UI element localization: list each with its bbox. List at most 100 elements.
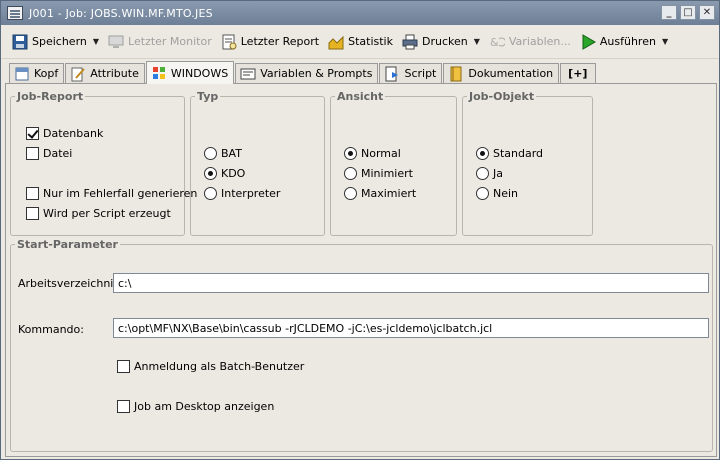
- last-monitor-button[interactable]: Letzter Monitor: [105, 29, 215, 55]
- only-error-checkbox[interactable]: Nur im Fehlerfall generieren: [26, 187, 197, 200]
- file-checkbox-box[interactable]: [26, 147, 39, 160]
- variables-label: Variablen...: [508, 35, 571, 48]
- run-button[interactable]: Ausführen ▼: [577, 29, 671, 55]
- job-object-legend: Job-Objekt: [469, 90, 535, 103]
- view-normal-radio[interactable]: Normal: [344, 147, 401, 160]
- view-maximized-radio[interactable]: Maximiert: [344, 187, 416, 200]
- maximize-button[interactable]: □: [680, 5, 696, 20]
- tab-kopf-label: Kopf: [34, 67, 59, 80]
- only-error-label: Nur im Fehlerfall generieren: [43, 187, 198, 200]
- job-object-standard-radio-circle[interactable]: [476, 147, 489, 160]
- job-object-yes-radio[interactable]: Ja: [476, 167, 503, 180]
- report-icon: [221, 34, 237, 50]
- view-minimized-radio[interactable]: Minimiert: [344, 167, 413, 180]
- type-kdo-radio-circle[interactable]: [204, 167, 217, 180]
- type-interpreter-radio-circle[interactable]: [204, 187, 217, 200]
- job-report-legend: Job-Report: [17, 90, 84, 103]
- type-kdo-label: KDO: [221, 167, 246, 180]
- job-object-standard-label: Standard: [493, 147, 544, 160]
- tab-variables-prompts[interactable]: Variablen & Prompts: [235, 63, 379, 83]
- view-minimized-label: Minimiert: [361, 167, 413, 180]
- job-object-group: Job-Objekt Standard Ja Nein: [462, 90, 593, 236]
- by-script-checkbox-box[interactable]: [26, 207, 39, 220]
- view-maximized-radio-circle[interactable]: [344, 187, 357, 200]
- view-minimized-radio-circle[interactable]: [344, 167, 357, 180]
- command-input[interactable]: [113, 318, 709, 338]
- job-object-no-radio-circle[interactable]: [476, 187, 489, 200]
- desktop-checkbox-box[interactable]: [117, 400, 130, 413]
- view-normal-radio-circle[interactable]: [344, 147, 357, 160]
- window-controls: _ □ ✕: [661, 5, 715, 20]
- head-icon: [14, 66, 30, 82]
- variables-icon: &: [489, 34, 505, 50]
- desktop-checkbox[interactable]: Job am Desktop anzeigen: [117, 400, 274, 413]
- chart-icon: [328, 34, 344, 50]
- print-dropdown-icon[interactable]: ▼: [474, 37, 480, 46]
- view-group: Ansicht Normal Minimiert Maximiert: [330, 90, 457, 236]
- close-button[interactable]: ✕: [699, 5, 715, 20]
- batch-user-checkbox-box[interactable]: [117, 360, 130, 373]
- job-object-yes-radio-circle[interactable]: [476, 167, 489, 180]
- file-checkbox[interactable]: Datei: [26, 147, 72, 160]
- view-legend: Ansicht: [337, 90, 384, 103]
- run-dropdown-icon[interactable]: ▼: [662, 37, 668, 46]
- job-object-no-radio[interactable]: Nein: [476, 187, 518, 200]
- database-label: Datenbank: [43, 127, 104, 140]
- last-report-label: Letzter Report: [240, 35, 320, 48]
- save-button[interactable]: Speichern ▼: [9, 29, 102, 55]
- database-checkbox[interactable]: Datenbank: [26, 127, 103, 140]
- type-bat-radio-circle[interactable]: [204, 147, 217, 160]
- type-interpreter-label: Interpreter: [221, 187, 281, 200]
- print-label: Drucken: [422, 35, 468, 48]
- tab-attribute[interactable]: Attribute: [65, 63, 145, 83]
- view-maximized-label: Maximiert: [361, 187, 417, 200]
- save-dropdown-icon[interactable]: ▼: [93, 37, 99, 46]
- type-kdo-radio[interactable]: KDO: [204, 167, 245, 180]
- vars-icon: [240, 66, 256, 82]
- pen-icon: [70, 66, 86, 82]
- monitor-icon: [108, 34, 124, 50]
- type-interpreter-radio[interactable]: Interpreter: [204, 187, 280, 200]
- tab-dokumentation-label: Dokumentation: [468, 67, 554, 80]
- batch-user-checkbox[interactable]: Anmeldung als Batch-Benutzer: [117, 360, 304, 373]
- file-label: Datei: [43, 147, 73, 160]
- minimize-button[interactable]: _: [661, 5, 677, 20]
- tab-variables-prompts-label: Variablen & Prompts: [260, 67, 373, 80]
- tab-add[interactable]: [+]: [560, 63, 597, 83]
- title-bar[interactable]: J001 - Job: JOBS.WIN.MF.MTO.JES _ □ ✕: [1, 1, 719, 25]
- last-report-button[interactable]: Letzter Report: [218, 29, 322, 55]
- tab-script[interactable]: Script: [379, 63, 443, 83]
- batch-user-label: Anmeldung als Batch-Benutzer: [134, 360, 305, 373]
- by-script-checkbox[interactable]: Wird per Script erzeugt: [26, 207, 171, 220]
- workdir-label: Arbeitsverzeichnis:: [18, 277, 123, 290]
- desktop-label: Job am Desktop anzeigen: [134, 400, 275, 413]
- only-error-checkbox-box[interactable]: [26, 187, 39, 200]
- book-icon: [448, 66, 464, 82]
- script-icon: [384, 66, 400, 82]
- job-object-no-label: Nein: [493, 187, 519, 200]
- windows-icon: [151, 65, 167, 81]
- statistics-button[interactable]: Statistik: [325, 29, 396, 55]
- job-window: J001 - Job: JOBS.WIN.MF.MTO.JES _ □ ✕ Sp…: [0, 0, 720, 460]
- start-parameter-legend: Start-Parameter: [17, 238, 118, 251]
- app-icon: [7, 6, 23, 20]
- tab-bar: Kopf Attribute WINDOWS Variablen & Promp…: [9, 61, 597, 84]
- type-group: Typ BAT KDO Interpreter: [190, 90, 325, 236]
- tab-kopf[interactable]: Kopf: [9, 63, 65, 83]
- variables-button[interactable]: & Variablen...: [486, 29, 574, 55]
- plus-icon: [+]: [568, 67, 588, 80]
- type-bat-label: BAT: [221, 147, 242, 160]
- printer-icon: [402, 34, 418, 50]
- print-button[interactable]: Drucken ▼: [399, 29, 483, 55]
- job-object-standard-radio[interactable]: Standard: [476, 147, 543, 160]
- tab-windows[interactable]: WINDOWS: [145, 61, 235, 84]
- database-checkbox-box[interactable]: [26, 127, 39, 140]
- workdir-input[interactable]: [113, 273, 709, 293]
- type-bat-radio[interactable]: BAT: [204, 147, 242, 160]
- tab-dokumentation[interactable]: Dokumentation: [443, 63, 560, 83]
- play-icon: [580, 33, 596, 50]
- command-label: Kommando:: [18, 323, 84, 336]
- statistics-label: Statistik: [348, 35, 393, 48]
- last-monitor-label: Letzter Monitor: [128, 35, 212, 48]
- floppy-icon: [12, 34, 28, 50]
